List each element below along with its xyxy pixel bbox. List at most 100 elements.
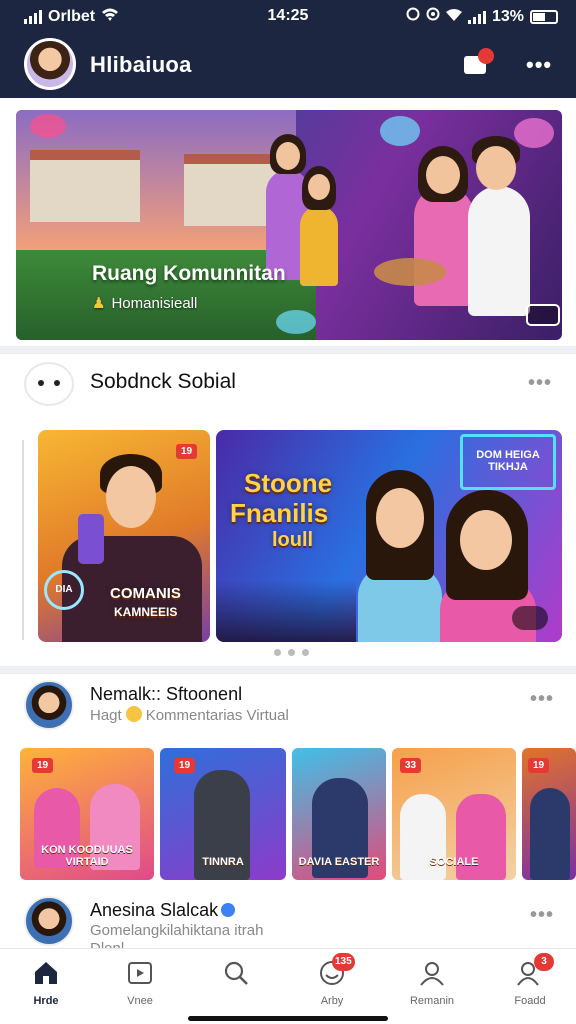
nav-label: Vnee xyxy=(127,995,153,1007)
neon-sign-line-1: DOM HEIGA xyxy=(476,449,540,461)
post-author-name[interactable]: Nemalk:: Sftoonenl xyxy=(90,684,242,705)
nav-badge: 3 xyxy=(534,953,554,971)
thumb-person xyxy=(530,788,570,880)
banner-person xyxy=(414,186,474,306)
home-icon xyxy=(32,959,60,987)
post-subtitle: Hagt Kommentarias Virtual xyxy=(90,706,289,724)
nav-label: Remanin xyxy=(409,995,455,1007)
bottom-navigation: Hrde Vnee 135 Arby Remanin 3 Foadd xyxy=(0,948,576,1024)
cell-signal-icon xyxy=(467,10,486,24)
card-badge: 19 xyxy=(176,444,198,459)
banner-building-left xyxy=(30,150,140,222)
post-author-name[interactable]: Anesina Slalcak xyxy=(90,900,236,921)
thumbnail-caption: KON KOODUUAS VIRTAID xyxy=(41,844,133,868)
at-icon xyxy=(426,7,440,26)
post-author-name-text: Anesina Slalcak xyxy=(90,900,219,920)
banner-expand-button[interactable] xyxy=(526,304,560,326)
search-icon xyxy=(222,959,250,987)
phone-icon xyxy=(78,514,104,564)
nav-video[interactable]: Vnee xyxy=(100,959,180,1007)
notification-button[interactable] xyxy=(462,48,494,78)
banner-person-face xyxy=(426,156,460,194)
card-shirt-text-1: COMANIS xyxy=(110,585,181,602)
neon-sign-icon: DIA xyxy=(44,570,84,610)
thumbnail-badge: 19 xyxy=(174,758,196,773)
banner-subtitle-text: Homanisieall xyxy=(111,295,198,312)
card-title-line-1: Stoone xyxy=(244,468,333,498)
friends-icon: 3 xyxy=(516,953,554,987)
social-card-featured[interactable]: Stoone Fnanilis loull DOM HEIGA TIKHJA xyxy=(216,430,562,642)
nav-label: Hrde xyxy=(33,995,59,1007)
notification-badge xyxy=(478,48,494,64)
post-thumbnail[interactable]: 19 TINNRA xyxy=(160,748,286,880)
section-divider xyxy=(0,346,576,354)
banner-person-face xyxy=(308,174,330,200)
verified-icon xyxy=(221,903,236,917)
post-more-icon[interactable]: ••• xyxy=(530,904,554,927)
post-thumbnail[interactable]: DAVIA EASTER xyxy=(292,748,386,880)
post-text-line-1: Gomelangkilahiktana itrah xyxy=(90,922,264,939)
stage-light xyxy=(276,310,316,334)
card-shirt-text-2: KAMNEEIS xyxy=(114,605,178,619)
wink-emoji-icon xyxy=(125,706,142,722)
banner-subtitle: ♟ Homanisieall xyxy=(92,294,197,312)
carousel-edge-icon xyxy=(22,440,34,640)
card-title-line-2: Fnanilis xyxy=(230,498,329,528)
status-bar: Orlbet 14:25 13% xyxy=(0,0,576,32)
nav-badge: 135 xyxy=(332,953,355,971)
thumbnail-caption: SOCIALE xyxy=(429,856,479,868)
banner-person xyxy=(468,186,530,316)
card-person-face xyxy=(460,510,512,570)
thumbnail-badge: 19 xyxy=(32,758,54,773)
thumbnail-badge: 33 xyxy=(400,758,422,773)
section-more-icon[interactable]: ••• xyxy=(528,372,552,395)
post-author-avatar[interactable] xyxy=(24,680,74,730)
card-title-line-3: loull xyxy=(272,529,314,551)
wifi-icon-right xyxy=(445,8,462,26)
thumbnail-caption: TINNRA xyxy=(202,856,244,868)
battery-icon xyxy=(530,9,558,24)
community-banner[interactable]: Ruang Komunnitan ♟ Homanisieall xyxy=(16,110,562,340)
banner-person-face xyxy=(276,142,300,170)
thumbnail-caption: DAVIA EASTER xyxy=(298,856,380,868)
nav-friends[interactable]: 3 Foadd xyxy=(490,953,570,1007)
nav-label: Arby xyxy=(320,995,344,1007)
carousel-pager xyxy=(274,649,309,656)
nav-activity[interactable]: 135 Arby xyxy=(292,953,372,1007)
section-title: Sobdnck Sobial xyxy=(90,370,236,393)
section-divider xyxy=(0,666,576,674)
nav-profile[interactable]: Remanin xyxy=(392,959,472,1007)
post-subtitle-text: Kommentarias Virtual xyxy=(145,707,289,724)
post-more-icon[interactable]: ••• xyxy=(530,688,554,711)
stage-light xyxy=(380,116,420,146)
video-toggle-button[interactable] xyxy=(512,606,548,630)
banner-title: Ruang Komunnitan xyxy=(92,262,286,285)
video-icon xyxy=(126,959,154,987)
post-subtitle-prefix: Hagt xyxy=(90,707,122,724)
post-thumbnail[interactable]: 19 xyxy=(522,748,576,880)
nav-home[interactable]: Hrde xyxy=(6,959,86,1007)
nav-label: Foadd xyxy=(514,995,546,1007)
card-person-face xyxy=(106,466,156,528)
stage-light xyxy=(514,118,554,148)
thumbnail-badge: 19 xyxy=(528,758,550,773)
top-bar: Orlbet 14:25 13% Hlibaiuoa ••• xyxy=(0,0,576,98)
app-header: Hlibaiuoa ••• xyxy=(0,34,576,96)
neon-sign: DOM HEIGA TIKHJA xyxy=(460,434,556,490)
nav-search[interactable] xyxy=(196,959,276,995)
neon-sign-line-2: TIKHJA xyxy=(488,461,528,473)
post-thumbnail[interactable]: 33 SOCIALE xyxy=(392,748,516,880)
card-person-face xyxy=(376,488,424,548)
profile-icon xyxy=(418,959,446,987)
profile-avatar[interactable] xyxy=(24,38,76,90)
social-card[interactable]: 19 COMANIS KAMNEEIS DIA xyxy=(38,430,210,642)
home-indicator[interactable] xyxy=(188,1016,388,1021)
alarm-icon xyxy=(406,7,420,26)
post-thumbnail[interactable]: 19 KON KOODUUAS VIRTAID xyxy=(20,748,154,880)
post-author-avatar[interactable] xyxy=(24,896,74,946)
crowd-silhouette xyxy=(216,580,356,642)
banner-person xyxy=(300,206,338,286)
more-options-icon[interactable]: ••• xyxy=(526,52,552,78)
snack-bowl xyxy=(374,258,446,286)
people-icon: ♟ xyxy=(92,295,106,312)
